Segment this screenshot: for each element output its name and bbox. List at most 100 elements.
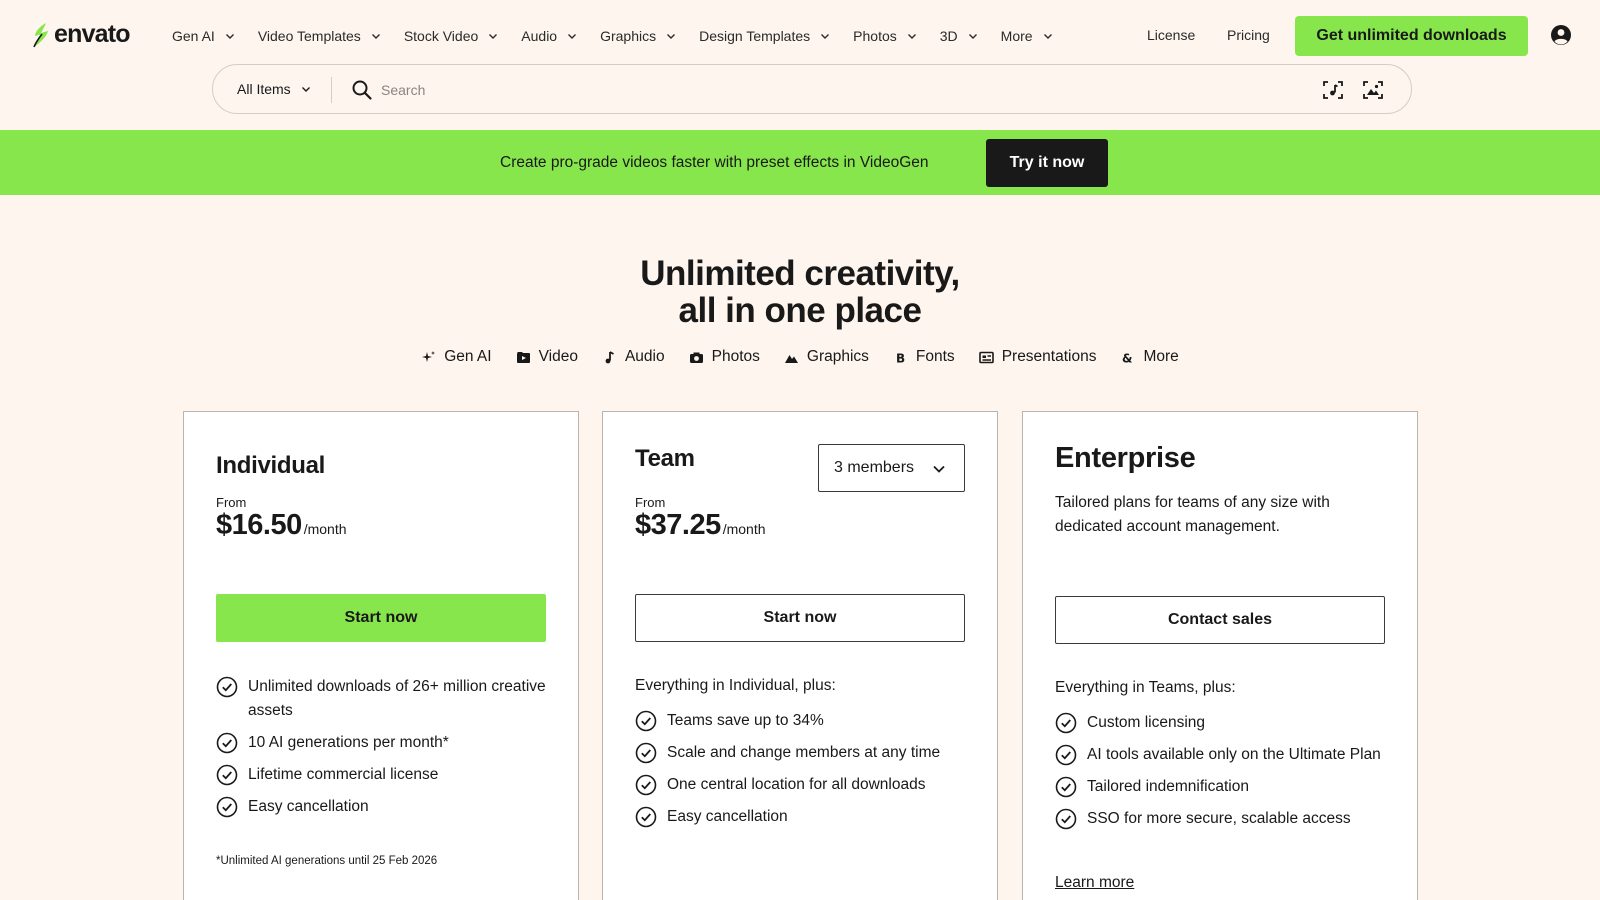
pricing-link[interactable]: Pricing xyxy=(1227,27,1270,43)
category-links: Gen AI Video Audio Photos Graphics B Fon… xyxy=(0,348,1600,366)
feature-item: SSO for more secure, scalable access xyxy=(1055,807,1385,831)
nav-label: 3D xyxy=(939,28,958,44)
plus-label: Everything in Teams, plus: xyxy=(1055,679,1236,696)
chevron-down-icon xyxy=(225,34,234,39)
promo-text: Create pro-grade videos faster with pres… xyxy=(500,154,929,171)
check-circle-icon xyxy=(216,732,238,754)
feature-item: Scale and change members at any time xyxy=(635,741,965,765)
nav-label: Gen AI xyxy=(172,28,215,44)
feature-item: Tailored indemnification xyxy=(1055,775,1385,799)
nav-item-stock-video[interactable]: Stock Video xyxy=(404,28,498,44)
account-icon[interactable] xyxy=(1550,24,1572,46)
team-members-select[interactable]: 3 members xyxy=(818,444,965,492)
get-unlimited-downloads-button[interactable]: Get unlimited downloads xyxy=(1295,16,1528,56)
nav-item-design-templates[interactable]: Design Templates xyxy=(699,28,830,44)
nav-item-3d[interactable]: 3D xyxy=(940,28,978,44)
category-label: Audio xyxy=(624,348,665,365)
check-circle-icon xyxy=(635,774,657,796)
feature-list: Custom licensing AI tools available only… xyxy=(1055,711,1385,839)
category-label: Video xyxy=(538,348,578,365)
category-video[interactable]: Video xyxy=(516,348,578,366)
price-from-label: From xyxy=(216,495,247,510)
category-label: Gen AI xyxy=(444,348,492,365)
category-fonts[interactable]: B Fonts xyxy=(893,348,955,366)
category-label: Fonts xyxy=(915,348,955,365)
feature-text: 10 AI generations per month* xyxy=(248,734,449,751)
feature-text: Unlimited downloads of 26+ million creat… xyxy=(248,678,546,719)
site-header: envato Gen AI Video Templates Stock Vide… xyxy=(0,0,1600,130)
nav-item-gen-ai[interactable]: Gen AI xyxy=(172,28,235,44)
category-gen-ai[interactable]: Gen AI xyxy=(421,348,492,366)
music-note-icon xyxy=(605,350,614,363)
feature-text: One central location for all downloads xyxy=(667,776,926,793)
nav-item-audio[interactable]: Audio xyxy=(521,28,577,44)
category-presentations[interactable]: Presentations xyxy=(978,348,1096,366)
feature-text: Easy cancellation xyxy=(667,808,788,825)
nav-item-video-templates[interactable]: Video Templates xyxy=(258,28,381,44)
chevron-down-icon xyxy=(1043,34,1052,39)
chevron-down-icon xyxy=(933,465,945,473)
plan-card-enterprise: Enterprise Tailored plans for teams of a… xyxy=(1022,411,1418,900)
plus-label: Everything in Individual, plus: xyxy=(635,677,836,694)
ampersand-icon: & xyxy=(1122,351,1132,365)
category-audio[interactable]: Audio xyxy=(602,348,665,366)
feature-text: Custom licensing xyxy=(1087,714,1206,731)
nav-item-photos[interactable]: Photos xyxy=(853,28,917,44)
feature-text: AI tools available only on the Ultimate … xyxy=(1087,746,1381,763)
svg-text:B: B xyxy=(896,351,905,365)
video-icon xyxy=(516,351,530,363)
plan-card-individual: Individual From $16.50 /month Start now … xyxy=(183,411,579,900)
nav-label: Audio xyxy=(521,28,558,44)
presentation-icon xyxy=(978,351,994,363)
price-value: $16.50 xyxy=(216,509,302,541)
category-label: Photos xyxy=(711,348,760,365)
check-circle-icon xyxy=(635,710,657,732)
price-from-label: From xyxy=(635,495,666,510)
enterprise-description: Tailored plans for teams of any size wit… xyxy=(1055,494,1330,535)
category-label: Graphics xyxy=(806,348,869,365)
check-circle-icon xyxy=(216,796,238,818)
individual-start-now-button[interactable]: Start now xyxy=(216,594,546,642)
page-title-line2: all in one place xyxy=(678,291,922,330)
nav-label: Design Templates xyxy=(699,28,811,44)
check-circle-icon xyxy=(1055,776,1077,798)
contact-sales-button[interactable]: Contact sales xyxy=(1055,596,1385,644)
search-icon xyxy=(352,80,372,100)
page-title-line1: Unlimited creativity, xyxy=(640,254,960,293)
mountain-icon xyxy=(784,354,798,363)
try-it-now-button[interactable]: Try it now xyxy=(986,139,1108,187)
nav-item-more[interactable]: More xyxy=(1001,28,1053,44)
feature-item: Lifetime commercial license xyxy=(216,763,546,787)
plan-name: Individual xyxy=(216,452,326,479)
feature-text: SSO for more secure, scalable access xyxy=(1087,810,1351,827)
chevron-down-icon xyxy=(568,34,577,39)
envato-logo[interactable]: envato xyxy=(31,20,131,49)
feature-item: AI tools available only on the Ultimate … xyxy=(1055,743,1385,767)
category-photos[interactable]: Photos xyxy=(689,348,760,366)
license-link[interactable]: License xyxy=(1147,27,1195,43)
team-start-now-button[interactable]: Start now xyxy=(635,594,965,642)
feature-text: Tailored indemnification xyxy=(1087,778,1249,795)
image-search-icon[interactable] xyxy=(1361,78,1385,102)
nav-item-graphics[interactable]: Graphics xyxy=(600,28,676,44)
search-input[interactable] xyxy=(381,77,1281,103)
search-category-select[interactable]: All Items xyxy=(237,81,311,97)
check-circle-icon xyxy=(216,764,238,786)
category-graphics[interactable]: Graphics xyxy=(784,348,869,366)
category-more[interactable]: & More xyxy=(1120,348,1178,366)
nav-label: Stock Video xyxy=(403,28,479,44)
feature-list: Teams save up to 34% Scale and change me… xyxy=(635,709,965,837)
svg-text:&: & xyxy=(1122,351,1132,365)
font-icon: B xyxy=(896,351,905,365)
chevron-down-icon xyxy=(301,87,310,92)
audio-search-icon[interactable] xyxy=(1321,78,1345,102)
chevron-down-icon xyxy=(371,34,380,39)
feature-item: 10 AI generations per month* xyxy=(216,731,546,755)
learn-more-link[interactable]: Learn more xyxy=(1055,874,1134,892)
feature-item: Easy cancellation xyxy=(216,795,546,819)
camera-icon xyxy=(689,352,703,363)
nav-label: More xyxy=(1000,28,1033,44)
plan-name: Enterprise xyxy=(1055,442,1196,474)
chevron-down-icon xyxy=(667,34,676,39)
feature-list: Unlimited downloads of 26+ million creat… xyxy=(216,675,546,827)
